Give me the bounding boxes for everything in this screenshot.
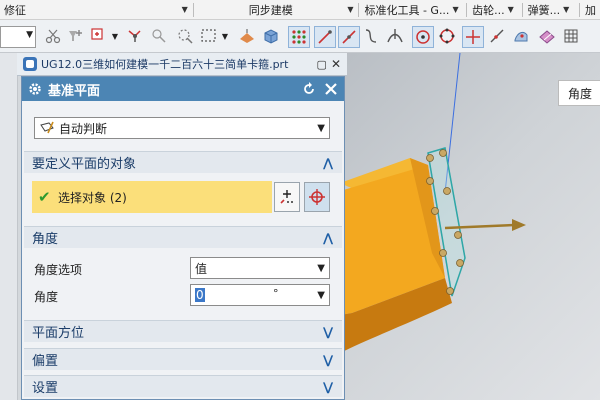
angle-option-dropdown[interactable]: 值 ▼ (190, 257, 330, 279)
dropdown-arrow-icon[interactable]: ▼ (220, 27, 230, 45)
chevron-down-icon: ▼ (26, 30, 33, 40)
document-tab[interactable]: UG12.0三维如何建模一千二百六十三简单卡箍.prt ▢ ✕ (17, 53, 347, 76)
menu-synchronous-modeling-label: 同步建模 (248, 3, 293, 17)
plane-type-dropdown[interactable]: 自动判断 ▼ (34, 117, 330, 139)
existing-point-icon[interactable] (462, 26, 484, 48)
plane-type-value: 自动判断 (59, 121, 108, 136)
gear-icon[interactable] (27, 81, 43, 97)
select-object-label: 选择对象 (2) (58, 190, 127, 205)
grid-icon[interactable] (562, 27, 580, 45)
chevron-down-icon: ▼ (317, 122, 325, 134)
menu-separator (192, 2, 194, 17)
quadrant-point-icon[interactable] (438, 27, 456, 45)
filter-add-icon[interactable] (66, 27, 84, 45)
section-angle-title: 角度 (32, 232, 59, 247)
menu-separator (521, 2, 523, 17)
section-offset-title: 偏置 (32, 354, 59, 369)
section-plane-orientation-title: 平面方位 (32, 326, 85, 341)
section-settings-header[interactable]: 设置 ⋁ (24, 375, 342, 397)
curve-point-icon[interactable] (362, 27, 380, 45)
inferred-plane-icon (39, 120, 55, 136)
angle-value-input[interactable]: 0 ° ▼ (190, 284, 330, 306)
chevron-down-icon: ▼ (507, 5, 514, 14)
select-box-icon[interactable] (90, 27, 108, 45)
menu-gear[interactable]: 齿轮... ▼ (468, 0, 520, 19)
snap-point-icon[interactable] (126, 27, 144, 45)
dashed-selection-icon[interactable] (176, 27, 194, 45)
selection-filter-combo[interactable]: ▼ (0, 26, 36, 48)
datum-plane-dialog: 基准平面 自动判断 ▼ 要定义平面的对象 ⋀ ✔ 选择对象 (2) 角度 ⋀ 角… (21, 76, 345, 400)
dialog-title: 基准平面 (48, 83, 101, 99)
mid-point-icon[interactable] (338, 26, 360, 48)
document-title: UG12.0三维如何建模一千二百六十三简单卡箍.prt (41, 58, 289, 71)
point-on-face-icon[interactable] (512, 27, 530, 45)
close-icon[interactable] (322, 80, 340, 98)
chevron-down-icon: ▼ (317, 262, 325, 274)
chevron-down-icon: ▼ (563, 5, 570, 14)
chevron-down-icon: ▼ (317, 289, 325, 301)
menu-separator (358, 2, 360, 17)
menu-feature[interactable]: 修征 ▼ (0, 0, 192, 19)
menu-more-label: 加 (584, 3, 596, 17)
chevron-up-icon: ⋀ (322, 155, 334, 170)
dialog-header: 基准平面 (22, 77, 344, 101)
menu-standardization-tools[interactable]: 标准化工具 - G... ▼ (360, 0, 465, 19)
section-objects-title: 要定义平面的对象 (32, 157, 137, 172)
rectangle-selection-icon[interactable] (200, 27, 218, 45)
reset-icon[interactable] (300, 80, 318, 98)
chevron-down-icon: ⋁ (322, 379, 334, 394)
chevron-up-icon: ⋀ (322, 230, 334, 245)
menu-more[interactable]: 加 (581, 0, 600, 19)
section-settings-title: 设置 (32, 381, 59, 396)
angle-value-text: 0 (195, 288, 205, 302)
menu-gear-label: 齿轮... (472, 3, 505, 17)
menu-synchronous-modeling[interactable]: 同步建模 ▼ (195, 0, 358, 19)
angle-screen-label[interactable]: 角度 (558, 80, 600, 106)
angle-unit: ° (273, 287, 279, 300)
bounded-grid-icon[interactable] (538, 27, 556, 45)
pick-point-icon[interactable] (150, 27, 168, 45)
nx-part-icon (23, 57, 37, 71)
document-icon[interactable]: ▢ (317, 58, 327, 71)
menu-bar: 修征 ▼ 同步建模 ▼ 标准化工具 - G... ▼ 齿轮... ▼ 弹簧...… (0, 0, 600, 20)
checkmark-icon: ✔ (38, 188, 51, 206)
chevron-down-icon: ▼ (181, 5, 188, 14)
solid-body-icon[interactable] (262, 27, 280, 45)
angle-value-wrapper: 0 (191, 288, 317, 302)
angle-option-label: 角度选项 (34, 263, 83, 277)
chevron-down-icon: ▼ (452, 5, 459, 14)
section-objects-header[interactable]: 要定义平面的对象 ⋀ (24, 151, 342, 173)
scissors-icon[interactable] (44, 27, 62, 45)
resource-bar (0, 53, 18, 400)
close-icon[interactable]: ✕ (331, 57, 341, 71)
menu-standardization-tools-label: 标准化工具 - G... (364, 3, 450, 17)
point-on-curve-icon[interactable] (488, 27, 506, 45)
menu-separator (466, 2, 468, 17)
chevron-down-icon: ⋁ (322, 324, 334, 339)
chevron-down-icon: ⋁ (322, 352, 334, 367)
menu-spring[interactable]: 弹簧... ▼ (524, 0, 578, 19)
point-dialog-button[interactable] (304, 182, 330, 212)
arc-center-icon[interactable] (412, 26, 434, 48)
intersection-icon[interactable] (386, 27, 404, 45)
snap-points-icon[interactable] (288, 26, 310, 48)
select-object-row[interactable]: ✔ 选择对象 (2) (32, 181, 272, 213)
face-icon[interactable] (238, 27, 256, 45)
chevron-down-icon: ▼ (347, 5, 354, 14)
angle-value-label: 角度 (34, 290, 59, 304)
section-plane-orientation-header[interactable]: 平面方位 ⋁ (24, 320, 342, 342)
menu-separator (579, 2, 580, 17)
add-object-button[interactable] (274, 182, 300, 212)
menu-spring-label: 弹簧... (527, 3, 561, 17)
section-offset-header[interactable]: 偏置 ⋁ (24, 348, 342, 370)
dropdown-arrow-icon[interactable]: ▼ (110, 27, 120, 45)
angle-screen-label-text: 角度 (567, 86, 592, 101)
menu-feature-label: 修征 (4, 3, 26, 17)
angle-option-value: 值 (195, 261, 208, 276)
section-angle-header[interactable]: 角度 ⋀ (24, 226, 342, 248)
end-point-icon[interactable] (314, 26, 336, 48)
toolbar: ▼ ▼ ▼ (0, 20, 600, 53)
